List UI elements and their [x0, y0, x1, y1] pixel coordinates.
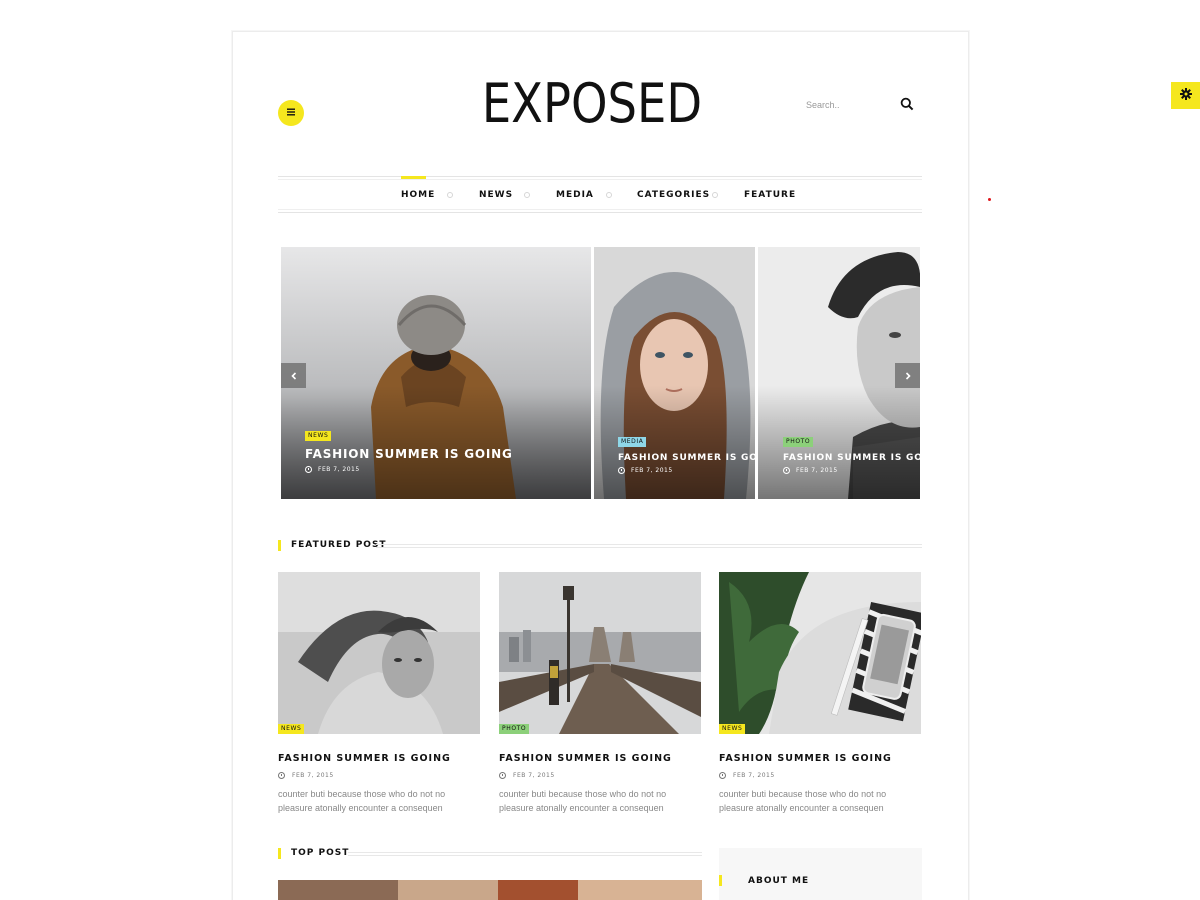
- slide-badge[interactable]: PHOTO: [783, 437, 814, 447]
- slide-caption: NEWS FASHION SUMMER IS GOING FEB 7, 2015: [305, 424, 513, 473]
- top-post-heading: TOP POST: [278, 848, 702, 860]
- nav-item-news[interactable]: NEWS: [479, 190, 513, 200]
- slide-date-text: FEB 7, 2015: [318, 466, 360, 473]
- card-image[interactable]: NEWS: [719, 572, 921, 734]
- clock-icon: [618, 467, 625, 474]
- slide-title[interactable]: FASHION SUMMER IS GOING: [305, 447, 513, 461]
- slider-prev-button[interactable]: [281, 363, 306, 388]
- clock-icon: [305, 466, 312, 473]
- slide-2[interactable]: MEDIA FASHION SUMMER IS GOING FEB 7, 201…: [594, 247, 755, 499]
- card-title[interactable]: FASHION SUMMER IS GOING: [499, 753, 701, 764]
- card-date-text: FEB 7, 2015: [292, 772, 334, 779]
- card-date-text: FEB 7, 2015: [733, 772, 775, 779]
- clock-icon: [278, 772, 285, 779]
- slide-date: FEB 7, 2015: [783, 467, 920, 474]
- hamburger-icon: [287, 107, 295, 119]
- slide-date-text: FEB 7, 2015: [796, 467, 838, 474]
- slide-date: FEB 7, 2015: [305, 466, 513, 473]
- featured-post-heading: FEATURED POST: [278, 540, 922, 552]
- about-me-widget: ABOUT ME: [719, 848, 922, 900]
- featured-card[interactable]: PHOTO FASHION SUMMER IS GOING FEB 7, 201…: [499, 572, 701, 815]
- card-badge[interactable]: NEWS: [719, 724, 746, 734]
- card-excerpt: counter buti because those who do not no…: [719, 789, 887, 813]
- section-title: TOP POST: [291, 848, 350, 858]
- slider-next-button[interactable]: [895, 363, 920, 388]
- card-image[interactable]: PHOTO: [499, 572, 701, 734]
- card-title[interactable]: FASHION SUMMER IS GOING: [719, 753, 921, 764]
- card-date: FEB 7, 2015: [499, 772, 701, 779]
- site-logo[interactable]: EXPOSED: [478, 72, 705, 135]
- section-title: FEATURED POST: [291, 540, 387, 550]
- slide-title[interactable]: FASHION SUMMER IS GOING: [783, 453, 920, 463]
- card-image[interactable]: NEWS: [278, 572, 480, 734]
- clock-icon: [499, 772, 506, 779]
- nav-separator: [524, 192, 530, 198]
- slide-badge[interactable]: NEWS: [305, 431, 332, 441]
- nav-active-indicator: [401, 176, 426, 179]
- featured-card[interactable]: NEWS FASHION SUMMER IS GOING FEB 7, 2015…: [719, 572, 921, 815]
- menu-button[interactable]: [278, 100, 304, 126]
- gear-icon: [1179, 87, 1192, 105]
- search-icon[interactable]: [900, 97, 916, 113]
- search-input[interactable]: [806, 96, 896, 114]
- featured-card[interactable]: NEWS FASHION SUMMER IS GOING FEB 7, 2015…: [278, 572, 480, 815]
- card-title[interactable]: FASHION SUMMER IS GOING: [278, 753, 480, 764]
- nav-separator: [447, 192, 453, 198]
- clock-icon: [719, 772, 726, 779]
- nav-item-feature[interactable]: FEATURE: [744, 190, 796, 200]
- top-post-image[interactable]: [278, 880, 702, 900]
- widget-title: ABOUT ME: [748, 876, 810, 886]
- nav-separator: [712, 192, 718, 198]
- card-date: FEB 7, 2015: [719, 772, 921, 779]
- card-badge[interactable]: NEWS: [278, 724, 305, 734]
- nav-item-categories[interactable]: CATEGORIES: [637, 190, 710, 200]
- nav-item-media[interactable]: MEDIA: [556, 190, 594, 200]
- search-box: [806, 96, 922, 114]
- card-badge[interactable]: PHOTO: [499, 724, 530, 734]
- slide-caption: PHOTO FASHION SUMMER IS GOING FEB 7, 201…: [783, 430, 920, 474]
- slide-title[interactable]: FASHION SUMMER IS GOING: [618, 453, 755, 463]
- nav-item-home[interactable]: HOME: [401, 190, 435, 200]
- slide-date: FEB 7, 2015: [618, 467, 755, 474]
- slide-caption: MEDIA FASHION SUMMER IS GOING FEB 7, 201…: [618, 430, 755, 474]
- nav-separator: [606, 192, 612, 198]
- chevron-right-icon: [905, 371, 911, 380]
- indicator-dot: [988, 198, 991, 201]
- chevron-left-icon: [290, 371, 296, 380]
- card-excerpt: counter buti because those who do not no…: [499, 789, 667, 813]
- slide-1[interactable]: NEWS FASHION SUMMER IS GOING FEB 7, 2015: [281, 247, 591, 499]
- main-nav: [278, 176, 922, 213]
- slide-badge[interactable]: MEDIA: [618, 437, 647, 447]
- settings-toggle[interactable]: [1171, 82, 1200, 109]
- card-date-text: FEB 7, 2015: [513, 772, 555, 779]
- card-excerpt: counter buti because those who do not no…: [278, 789, 446, 813]
- clock-icon: [783, 467, 790, 474]
- card-date: FEB 7, 2015: [278, 772, 480, 779]
- slide-date-text: FEB 7, 2015: [631, 467, 673, 474]
